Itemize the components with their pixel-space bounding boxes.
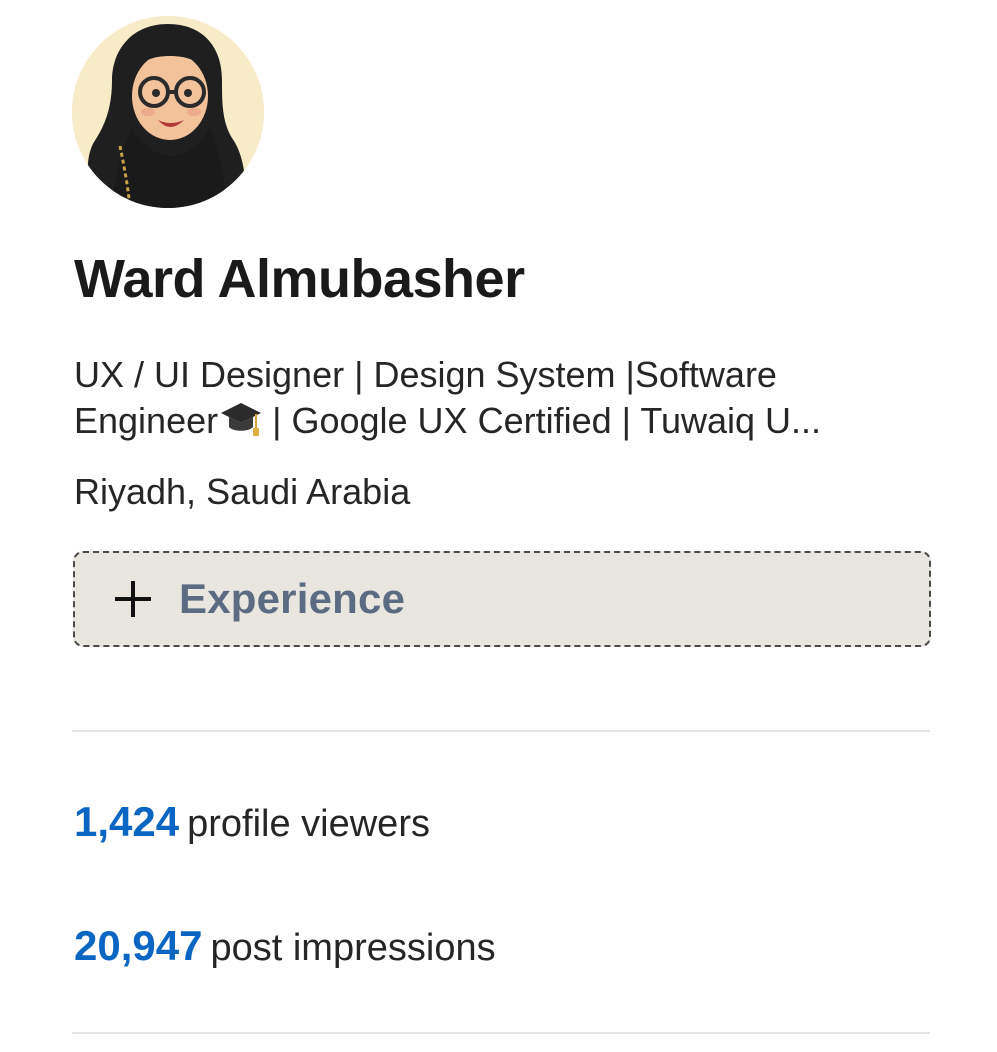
- avatar-illustration: [72, 16, 264, 208]
- profile-viewers-label: profile viewers: [187, 803, 430, 845]
- profile-headline: UX / UI Designer | Design System |Softwa…: [74, 352, 924, 450]
- divider-top: [72, 730, 930, 732]
- profile-name: Ward Almubasher: [74, 249, 525, 309]
- post-impressions-count: 20,947: [74, 922, 203, 969]
- divider-bottom: [72, 1032, 930, 1034]
- profile-viewers-count: 1,424: [74, 798, 180, 845]
- graduation-cap-icon: [220, 399, 262, 450]
- headline-line-1: UX / UI Designer | Design System |Softwa…: [74, 354, 777, 395]
- profile-avatar[interactable]: [72, 16, 264, 208]
- headline-line-2: Engineer | Google UX Certified | Tuwaiq …: [74, 398, 924, 450]
- post-impressions-stat[interactable]: 20,947 post impressions: [74, 922, 496, 970]
- add-experience-label: Experience: [179, 575, 406, 622]
- headline-line-2-start: Engineer: [74, 400, 219, 441]
- profile-viewers-stat[interactable]: 1,424 profile viewers: [74, 798, 430, 846]
- profile-location: Riyadh, Saudi Arabia: [74, 471, 411, 512]
- post-impressions-label: post impressions: [210, 927, 496, 969]
- headline-line-2-end: | Google UX Certified | Tuwaiq U...: [262, 400, 822, 441]
- plus-icon: [113, 579, 153, 619]
- add-experience-button[interactable]: Experience: [73, 551, 931, 647]
